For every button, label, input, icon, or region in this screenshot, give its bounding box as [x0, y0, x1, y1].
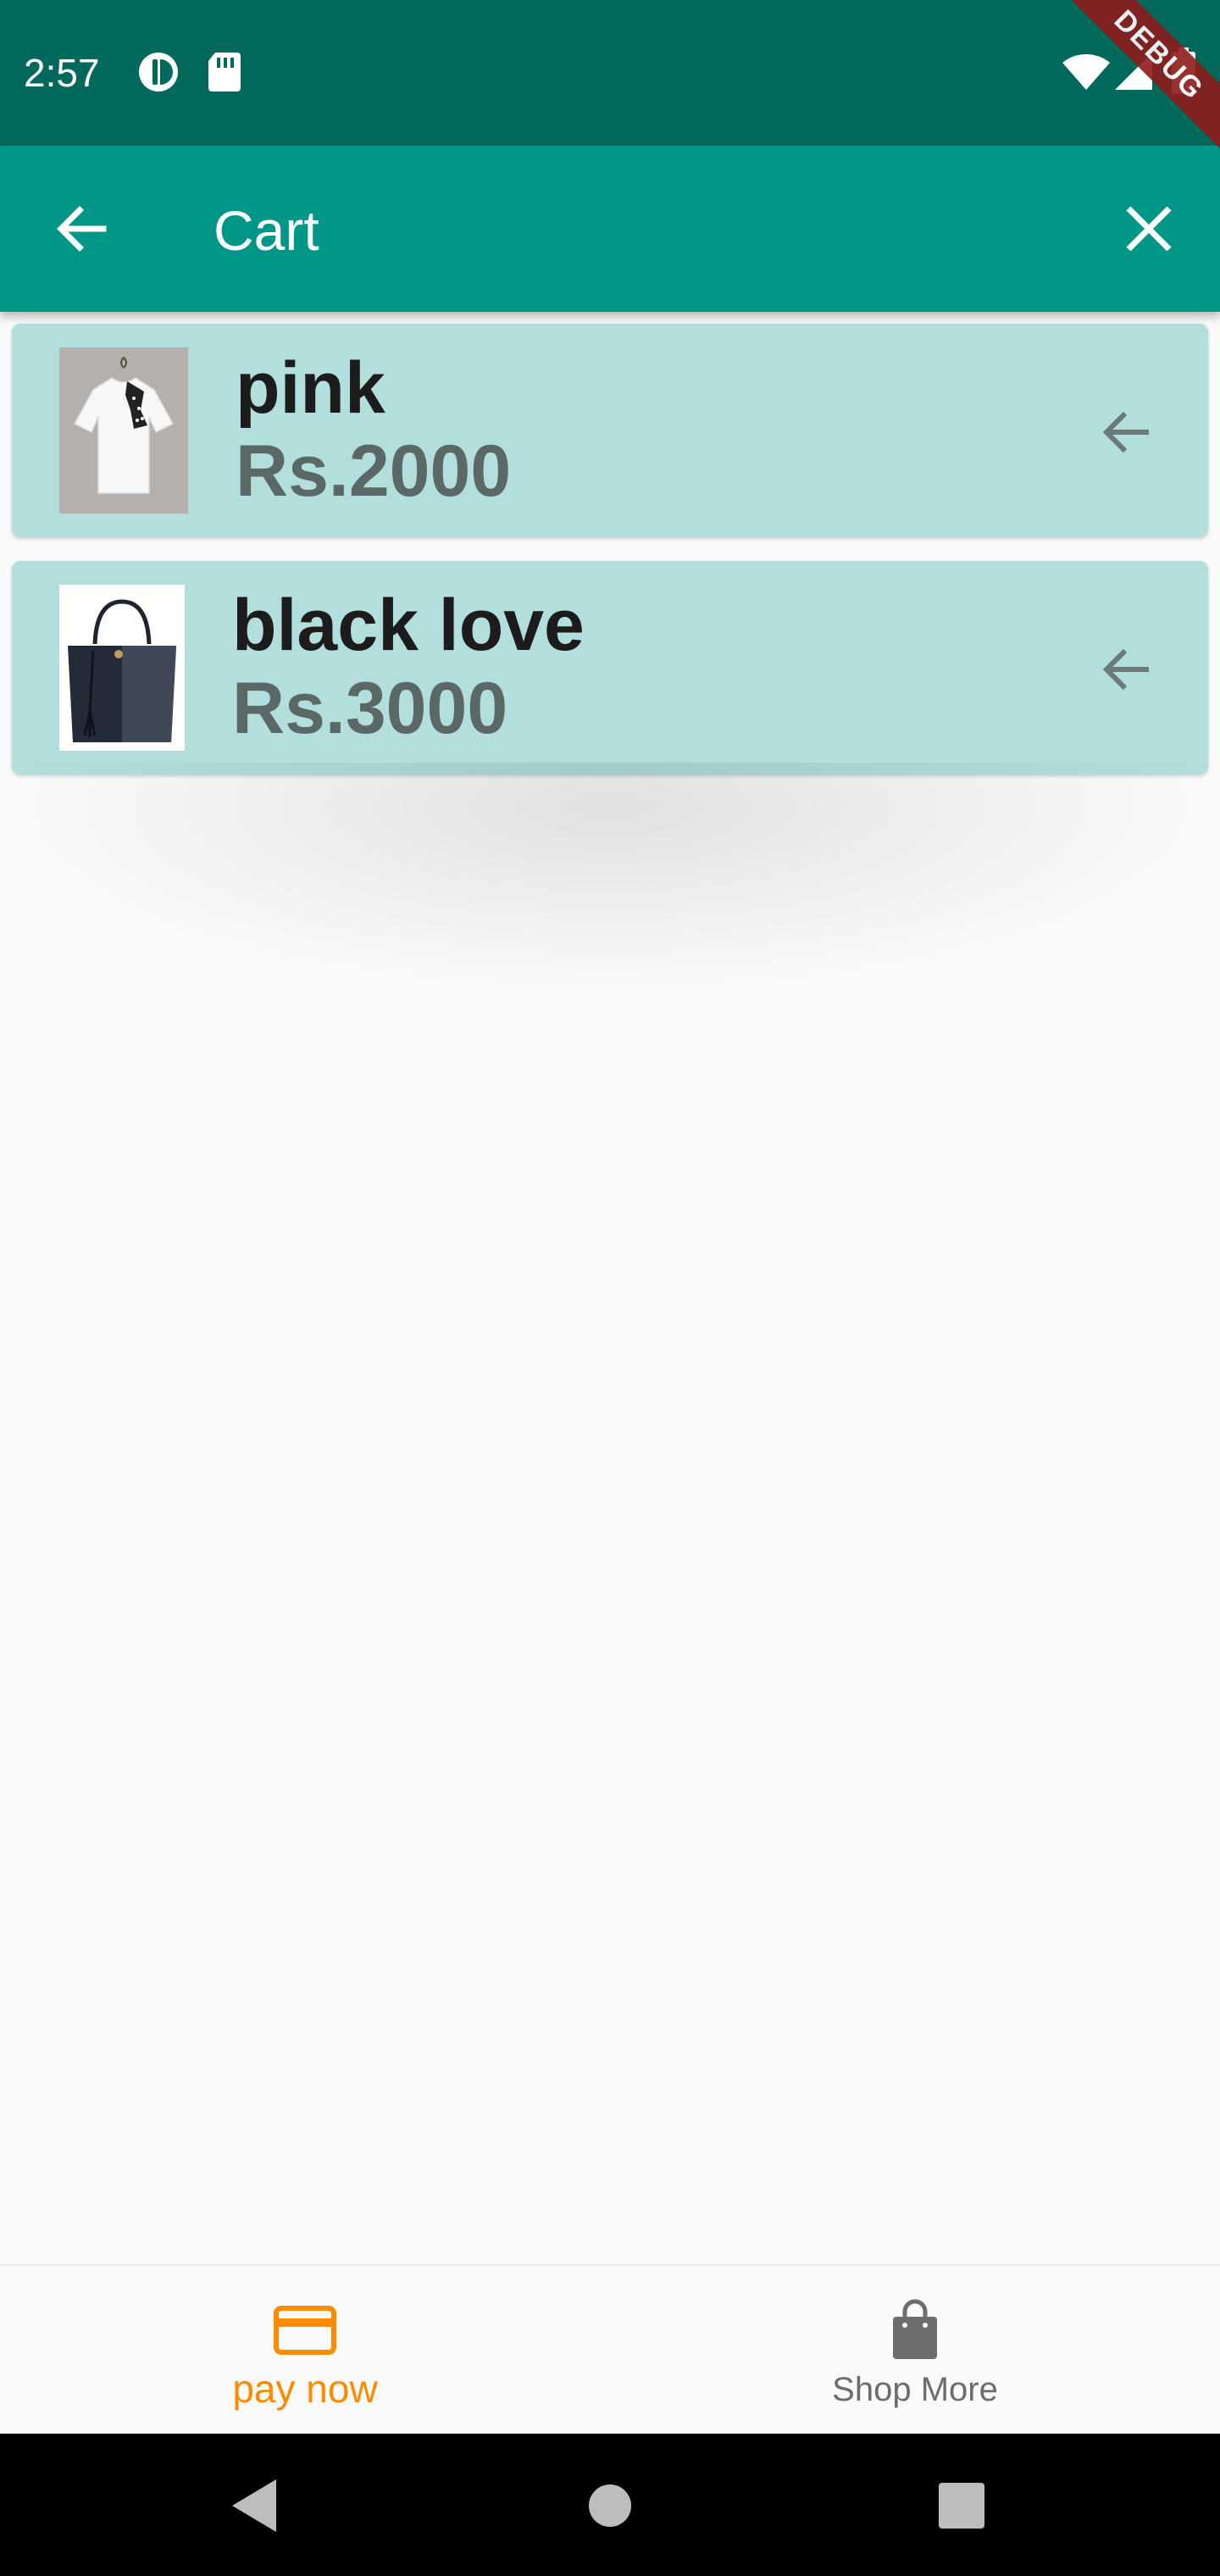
- item-name: black love: [232, 585, 585, 666]
- nav-label: pay now: [232, 2367, 378, 2411]
- shopping-bag-icon: [881, 2296, 949, 2364]
- status-bar: 2:57: [0, 0, 1220, 146]
- cart-item[interactable]: black love Rs.3000: [12, 561, 1208, 774]
- page-title: Cart: [214, 199, 319, 262]
- cart-screen: 2:57 DEBUG Cart pink Rs.2000 black love …: [0, 0, 1220, 2576]
- list-shadow: [34, 763, 1186, 983]
- data-saver-icon: [137, 51, 180, 97]
- item-price: Rs.3000: [232, 668, 508, 749]
- back-triangle-icon[interactable]: [217, 2468, 293, 2544]
- sd-card-icon: [207, 51, 242, 97]
- home-circle-icon[interactable]: [572, 2468, 648, 2544]
- wifi-icon: [1061, 53, 1112, 96]
- close-icon[interactable]: [1115, 195, 1183, 263]
- bottom-nav: pay now Shop More: [0, 2264, 1220, 2434]
- nav-label: Shop More: [832, 2371, 998, 2408]
- black-handbag-thumbnail: [59, 585, 185, 751]
- status-time: 2:57: [24, 51, 100, 95]
- item-price: Rs.2000: [236, 430, 512, 512]
- credit-card-icon: [271, 2296, 339, 2364]
- item-name: pink: [236, 347, 385, 429]
- shop-more-tab[interactable]: Shop More: [610, 2266, 1220, 2435]
- arrow-back-icon[interactable]: [1093, 636, 1161, 703]
- system-nav-bar: [0, 2434, 1220, 2576]
- cart-item[interactable]: pink Rs.2000: [12, 324, 1208, 537]
- recents-square-icon[interactable]: [923, 2468, 1000, 2544]
- white-tshirt-thumbnail: [59, 347, 188, 514]
- arrow-back-icon[interactable]: [47, 195, 115, 263]
- app-bar: Cart: [0, 146, 1220, 312]
- arrow-back-icon[interactable]: [1093, 398, 1161, 466]
- pay-now-tab[interactable]: pay now: [0, 2266, 610, 2435]
